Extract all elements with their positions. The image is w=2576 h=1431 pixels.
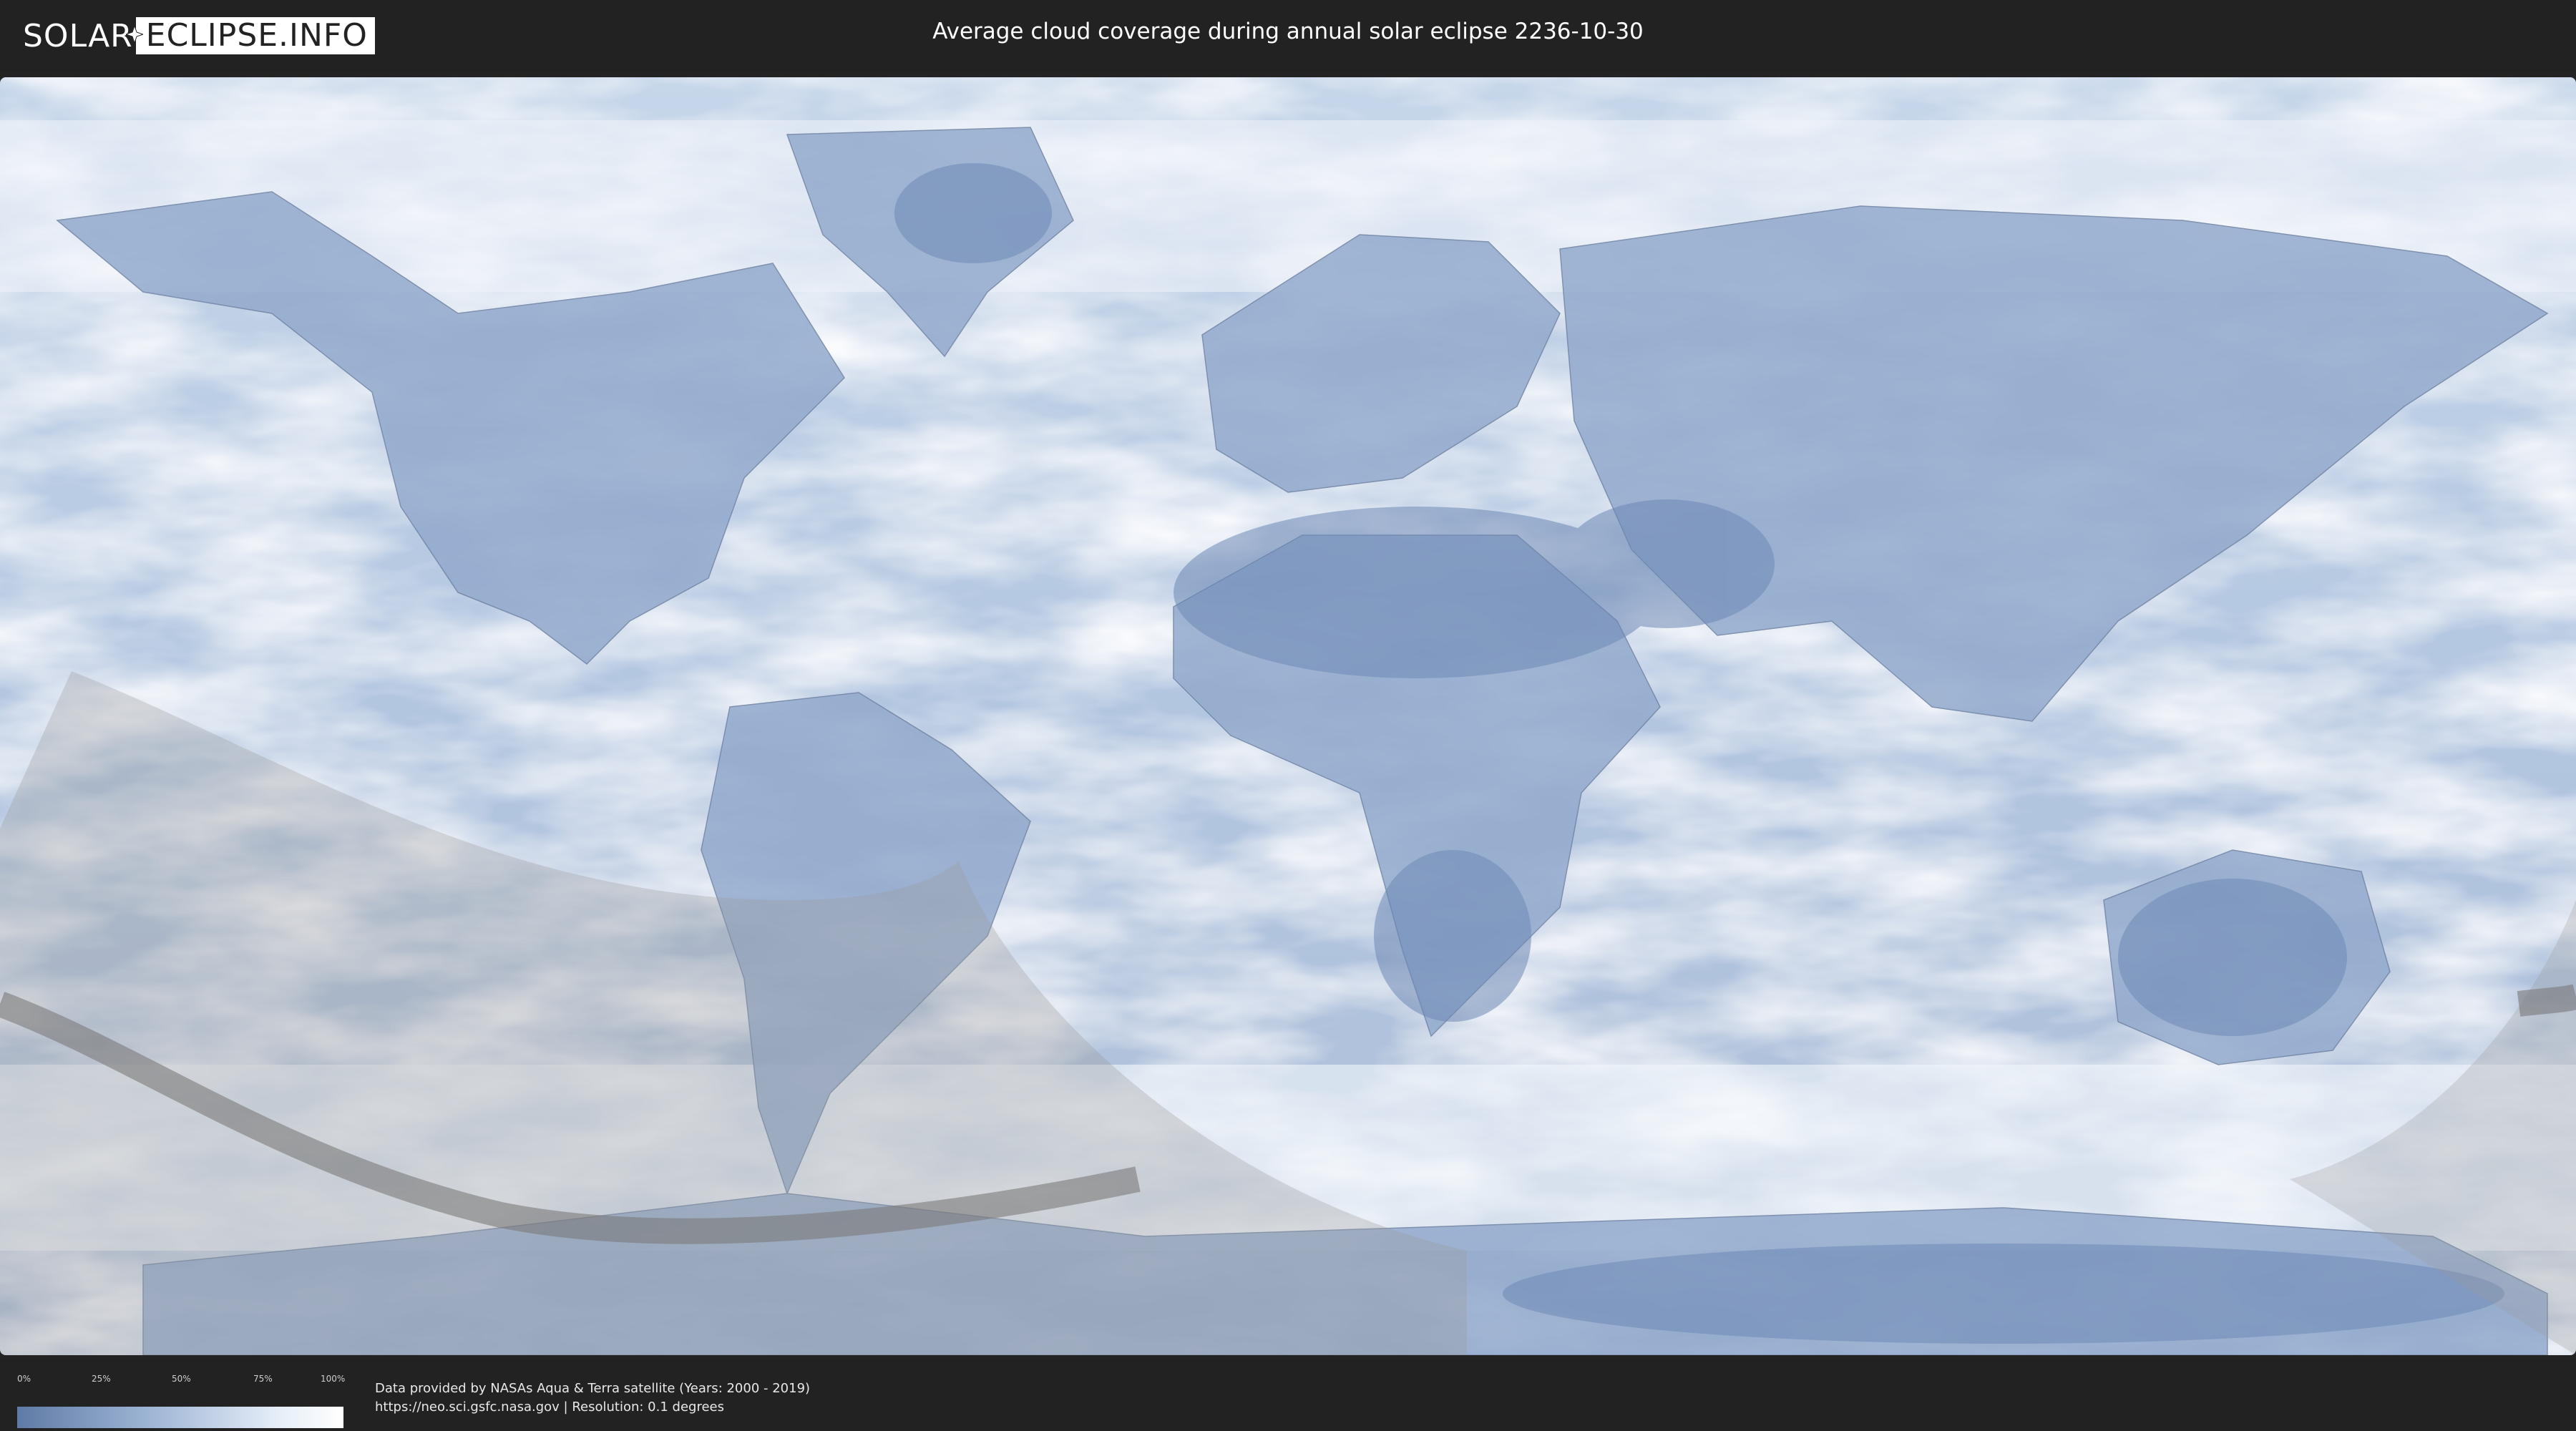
clear-region-greenland [894, 163, 1052, 263]
world-cloud-map[interactable] [0, 77, 2576, 1355]
legend-tick-100: 100% [321, 1374, 346, 1384]
credit-url[interactable]: https://neo.sci.gsfc.nasa.gov | Resoluti… [375, 1398, 810, 1417]
credit-source: Data provided by NASAs Aqua & Terra sate… [375, 1381, 811, 1396]
data-credit: Data provided by NASAs Aqua & Terra sate… [375, 1379, 810, 1417]
legend-tick-75: 75% [253, 1374, 273, 1384]
page-title: Average cloud coverage during annual sol… [932, 19, 1644, 44]
footer-bar: 0% 25% 50% 75% 100% Data provided by NAS… [0, 1359, 2576, 1431]
annular-path-band-east [2517, 984, 2576, 1017]
clear-region-antarctica [1503, 1244, 2504, 1344]
clear-region-australia [2118, 879, 2347, 1036]
map-canvas [0, 77, 2576, 1355]
legend-gradient-bar [17, 1407, 343, 1428]
legend-tick-25: 25% [92, 1374, 111, 1384]
header-bar: SOLAR ECLIPSE.INFO Average cloud coverag… [0, 0, 2576, 72]
legend-tick-0: 0% [17, 1374, 31, 1384]
clear-region-arabia [1560, 499, 1775, 628]
legend-tick-50: 50% [172, 1374, 191, 1384]
clear-region-southern-africa [1374, 850, 1531, 1022]
